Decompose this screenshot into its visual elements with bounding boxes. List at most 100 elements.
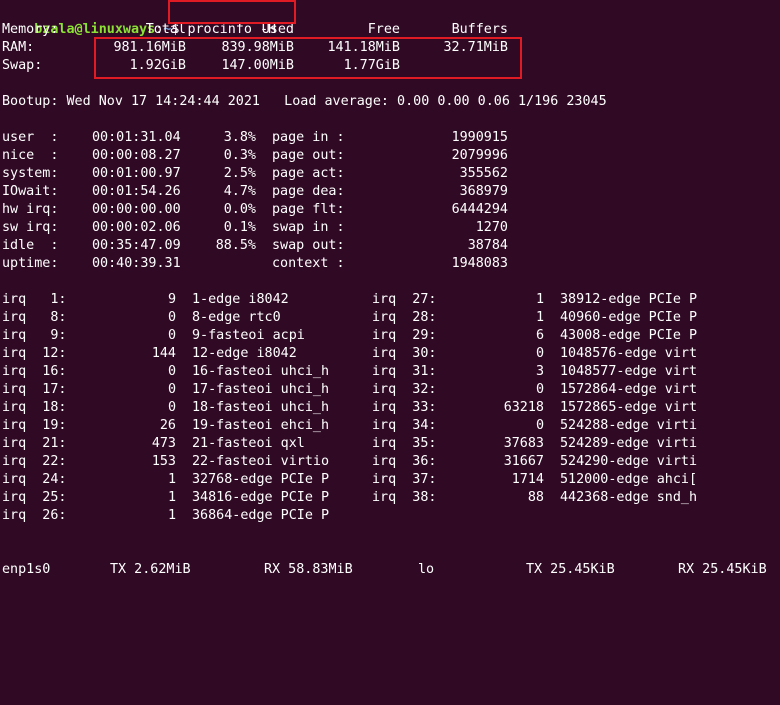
irq-count: 6 — [535, 328, 544, 343]
page-stat-label: page in : — [272, 130, 345, 145]
memory-free-header: Free — [367, 22, 400, 37]
irq-count: 63218 — [503, 400, 544, 415]
irq-count: 1 — [535, 310, 544, 325]
irq-label: irq 9: — [2, 328, 67, 343]
net-if1-rx: RX 58.83MiB — [264, 562, 353, 577]
irq-row: irq 19: 26 19-fasteoi ehci_h irq 34: 0 524288… — [2, 417, 778, 435]
cpu-row: hw irq: 00:00:00.00 0.0% page flt: 6444294 — [2, 201, 778, 219]
irq-count: 26 — [159, 418, 176, 433]
irq-row: irq 8: 0 8-edge rtc0 irq 28: 1 40960-edge PCI… — [2, 309, 778, 327]
irq-label: irq 31: — [372, 364, 437, 379]
irq-row: irq 9: 0 9-fasteoi acpi irq 29: 6 43008-edge … — [2, 327, 778, 345]
irq-label: irq 17: — [2, 382, 67, 397]
irq-count: 1 — [167, 472, 176, 487]
irq-label: irq 1: — [2, 292, 67, 307]
irq-count: 1 — [167, 490, 176, 505]
cpu-label: nice : — [2, 148, 59, 163]
net-if2-rx: RX 25.45KiB — [678, 562, 767, 577]
irq-count: 88 — [527, 490, 544, 505]
irq-desc: 43008-edge PCIe P — [560, 328, 698, 343]
irq-label: irq 27: — [372, 292, 437, 307]
page-stat-label: page act: — [272, 166, 345, 181]
irq-count: 473 — [151, 436, 176, 451]
cpu-row: system: 00:01:00.97 2.5% page act: 355562 — [2, 165, 778, 183]
irq-desc: 18-fasteoi uhci_h — [192, 400, 330, 415]
memory-label: Memory: — [2, 22, 59, 37]
cpu-row: nice : 00:00:08.27 0.3% page out: 2079996 — [2, 147, 778, 165]
memory-total-header: Total — [145, 22, 186, 37]
irq-desc: 8-edge rtc0 — [192, 310, 281, 325]
cpu-label: sw irq: — [2, 220, 59, 235]
memory-used-header: Used — [261, 22, 294, 37]
irq-count: 0 — [535, 346, 544, 361]
cpu-row: user : 00:01:31.04 3.8% page in : 1990915 — [2, 129, 778, 147]
cpu-percent: 3.8% — [223, 130, 256, 145]
irq-label: irq 25: — [2, 490, 67, 505]
irq-label: irq 35: — [372, 436, 437, 451]
cpu-label: system: — [2, 166, 59, 181]
irq-desc: 1572865-edge virt — [560, 400, 698, 415]
irq-label: irq 12: — [2, 346, 67, 361]
irq-row: irq 26: 1 36864-edge PCIe P — [2, 507, 778, 525]
irq-label: irq 37: — [372, 472, 437, 487]
irq-label: irq 8: — [2, 310, 67, 325]
cpu-percent: 0.0% — [223, 202, 256, 217]
irq-label: irq 29: — [372, 328, 437, 343]
ram-total: 981.16MiB — [113, 40, 186, 55]
cpu-time: 00:00:08.27 — [92, 148, 181, 163]
cpu-percent: 0.3% — [223, 148, 256, 163]
irq-desc: 1048576-edge virt — [560, 346, 698, 361]
irq-label: irq 18: — [2, 400, 67, 415]
irq-count: 1 — [535, 292, 544, 307]
page-stat-value: 1990915 — [451, 130, 508, 145]
irq-row: irq 22: 153 22-fasteoi virtio irq 36: 31667 5… — [2, 453, 778, 471]
irq-count: 31667 — [503, 454, 544, 469]
irq-desc: 16-fasteoi uhci_h — [192, 364, 330, 379]
irq-desc: 38912-edge PCIe P — [560, 292, 698, 307]
cpu-time: 00:35:47.09 — [92, 238, 181, 253]
irq-count: 9 — [167, 292, 176, 307]
irq-desc: 12-edge i8042 — [192, 346, 297, 361]
irq-row: irq 16: 0 16-fasteoi uhci_h irq 31: 3 1048577… — [2, 363, 778, 381]
irq-desc: 36864-edge PCIe P — [192, 508, 330, 523]
cpu-row: uptime: 00:40:39.31 context : 1948083 — [2, 255, 778, 273]
irq-desc: 21-fasteoi qxl — [192, 436, 305, 451]
irq-label: irq 36: — [372, 454, 437, 469]
swap-free: 1.77GiB — [343, 58, 400, 73]
net-if1-name: enp1s0 — [2, 562, 51, 577]
irq-desc: 1-edge i8042 — [192, 292, 289, 307]
cpu-row: IOwait: 00:01:54.26 4.7% page dea: 368979 — [2, 183, 778, 201]
irq-count: 0 — [167, 310, 176, 325]
irq-desc: 1048577-edge virt — [560, 364, 698, 379]
irq-row: irq 1: 9 1-edge i8042 irq 27: 1 38912-edge PC… — [2, 291, 778, 309]
ram-row: RAM: 981.16MiB 839.98MiB 141.18MiB 32.71… — [2, 39, 778, 57]
page-stat-label: page out: — [272, 148, 345, 163]
irq-row: irq 12: 144 12-edge i8042 irq 30: 0 1048576-e… — [2, 345, 778, 363]
cpu-time: 00:00:00.00 — [92, 202, 181, 217]
cpu-label: uptime: — [2, 256, 59, 271]
bootup-line: Bootup: Wed Nov 17 14:24:44 2021 Load av… — [2, 94, 607, 109]
cpu-label: hw irq: — [2, 202, 59, 217]
irq-label: irq 22: — [2, 454, 67, 469]
cpu-time: 00:01:31.04 — [92, 130, 181, 145]
irq-count: 0 — [167, 382, 176, 397]
page-stat-value: 38784 — [467, 238, 508, 253]
cpu-label: idle : — [2, 238, 59, 253]
page-stat-value: 1270 — [475, 220, 508, 235]
irq-desc: 19-fasteoi ehci_h — [192, 418, 330, 433]
swap-used: 147.00MiB — [221, 58, 294, 73]
ram-used: 839.98MiB — [221, 40, 294, 55]
irq-row: irq 18: 0 18-fasteoi uhci_h irq 33: 63218 157… — [2, 399, 778, 417]
irq-count: 0 — [535, 382, 544, 397]
irq-count: 37683 — [503, 436, 544, 451]
net-if1-tx: TX 2.62MiB — [110, 562, 191, 577]
irq-desc: 40960-edge PCIe P — [560, 310, 698, 325]
memory-header-row: Memory: Total Used Free Buffers — [2, 21, 778, 39]
prompt-line: bzala@linuxways:~$ procinfo -H — [2, 3, 276, 37]
irq-count: 0 — [167, 364, 176, 379]
irq-label: irq 30: — [372, 346, 437, 361]
ram-label: RAM: — [2, 40, 35, 55]
cpu-percent: 4.7% — [223, 184, 256, 199]
cpu-time: 00:01:00.97 — [92, 166, 181, 181]
irq-desc: 1572864-edge virt — [560, 382, 698, 397]
